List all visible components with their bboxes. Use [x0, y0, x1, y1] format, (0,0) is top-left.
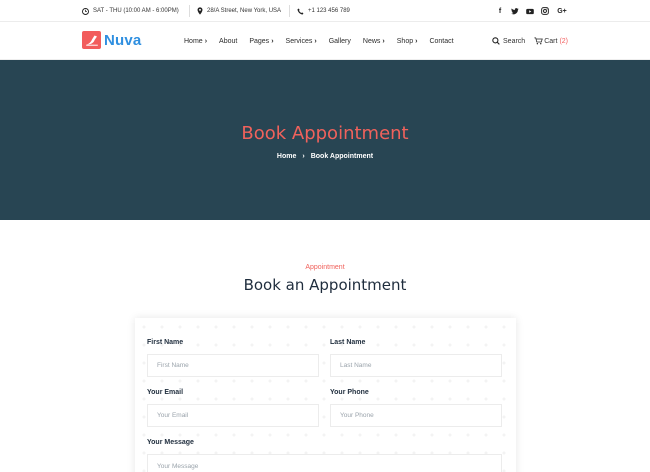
email-label: Your Email — [147, 389, 184, 396]
search-button[interactable]: Search — [492, 37, 525, 45]
chevron-right-icon: › — [415, 37, 418, 45]
nav-label: Home — [184, 37, 203, 45]
nav-label: Pages — [249, 37, 270, 45]
nav-label: Shop — [396, 37, 414, 45]
hours-info: SAT - THU (10:00 AM - 6:00PM) — [82, 0, 179, 22]
breadcrumb: Home › Book Appointment — [0, 153, 650, 160]
google-plus-icon[interactable]: G+ — [556, 7, 568, 16]
chevron-right-icon: › — [271, 37, 274, 45]
phone-label: Your Phone — [330, 389, 369, 396]
message-label: Your Message — [147, 439, 194, 446]
chevron-right-icon: › — [382, 37, 385, 45]
page-banner: Book Appointment Home › Book Appointment — [0, 60, 650, 220]
logo-mark-icon — [82, 31, 101, 49]
nav-item-services[interactable]: Services › — [286, 38, 317, 45]
nav-label: News — [362, 37, 381, 45]
nav-label: Gallery — [328, 37, 351, 45]
hours-text: SAT - THU (10:00 AM - 6:00PM) — [93, 8, 179, 14]
section-subtitle: Appointment — [305, 264, 345, 271]
clock-icon — [82, 7, 89, 15]
last-name-label: Last Name — [330, 339, 366, 346]
top-bar: SAT - THU (10:00 AM - 6:00PM) 28/A Stree… — [0, 0, 650, 22]
email-field[interactable]: Your Email — [147, 404, 319, 427]
phone-field[interactable]: Your Phone — [330, 404, 502, 427]
address-info: 28/A Street, New York, USA — [197, 0, 281, 22]
nav-item-home[interactable]: Home › — [184, 38, 207, 45]
logo-text: Nuva — [104, 31, 142, 49]
appointment-form: First Name First Name Last Name Last Nam… — [135, 318, 516, 472]
first-name-field[interactable]: First Name — [147, 354, 319, 377]
chevron-right-icon: › — [314, 37, 317, 45]
twitter-icon[interactable] — [511, 7, 519, 16]
nav-item-shop[interactable]: Shop › — [397, 38, 418, 45]
phone-icon — [297, 8, 304, 15]
nav-item-news[interactable]: News › — [363, 38, 385, 45]
nav-label: About — [219, 37, 238, 45]
breadcrumb-home-link[interactable]: Home — [277, 153, 296, 160]
breadcrumb-current: Book Appointment — [310, 153, 374, 160]
nav-item-pages[interactable]: Pages › — [249, 38, 273, 45]
instagram-icon[interactable] — [541, 7, 549, 16]
cart-button[interactable]: Cart (2) — [534, 37, 568, 45]
nav-item-about[interactable]: About — [219, 38, 237, 45]
search-label: Search — [503, 37, 526, 45]
nav-label: Services — [285, 37, 313, 45]
main-header: Nuva Home › About Pages › Services › Galler… — [0, 22, 650, 60]
address-text: 28/A Street, New York, USA — [207, 8, 282, 14]
header-actions: Search Cart (2) — [492, 22, 568, 60]
message-field[interactable]: Your Message — [147, 454, 502, 472]
main-nav: Home › About Pages › Services › Gallery New… — [184, 22, 466, 60]
nav-label: Contact — [429, 37, 454, 45]
cart-count-badge: (2) — [559, 37, 568, 45]
youtube-icon[interactable] — [526, 7, 534, 16]
section-title: Book an Appointment — [243, 276, 407, 294]
social-links: f G+ — [496, 0, 568, 22]
facebook-icon[interactable]: f — [496, 7, 504, 16]
phone-text: +1 123 456 789 — [308, 8, 350, 14]
phone-info[interactable]: +1 123 456 789 — [297, 0, 350, 22]
divider — [289, 5, 290, 17]
first-name-label: First Name — [147, 339, 184, 346]
nav-item-gallery[interactable]: Gallery — [329, 38, 351, 45]
page-title: Book Appointment — [241, 123, 409, 144]
chevron-right-icon: › — [302, 153, 305, 160]
nav-item-contact[interactable]: Contact — [429, 38, 453, 45]
logo[interactable]: Nuva — [82, 31, 141, 49]
cart-icon — [534, 37, 543, 45]
search-icon — [492, 37, 500, 45]
cart-label: Cart — [544, 37, 558, 45]
map-pin-icon — [197, 7, 203, 15]
divider — [189, 5, 190, 17]
last-name-field[interactable]: Last Name — [330, 354, 502, 377]
chevron-right-icon: › — [204, 37, 208, 45]
